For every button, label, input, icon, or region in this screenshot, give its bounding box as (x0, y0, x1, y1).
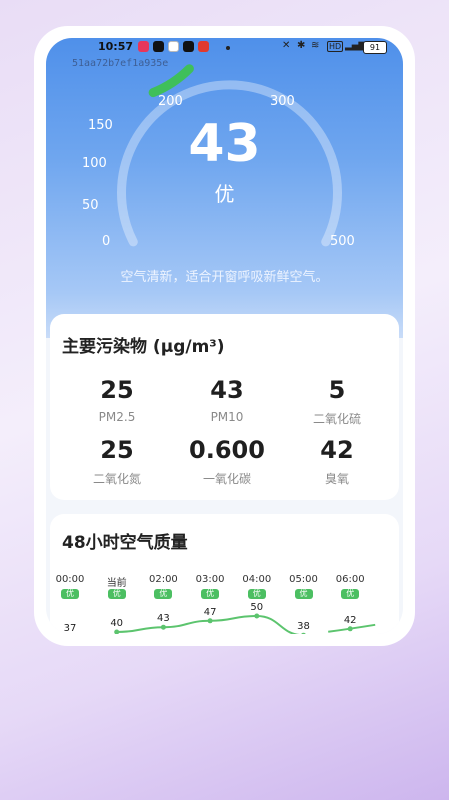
app-screen: 10:57 ✕ ✱ ≋ HD ▂▄▆ 91 51aa72b7ef1a935e 0 (46, 38, 403, 634)
gauge-tick-label: 200 (158, 94, 183, 109)
hour-value-label: 37 (63, 622, 77, 634)
hourly-title: 48小时空气质量 (62, 533, 188, 553)
pollutant-value: 42 (320, 436, 354, 464)
hour-time-label: 06:00 (335, 574, 365, 585)
pollutant-value: 0.600 (189, 436, 265, 464)
hourly-forecast-strip[interactable]: 00:00 优 37 当前优 40 02:00 优 43 03:00 优 47 04:00 优 50 05:… (50, 574, 399, 634)
pollutant-label: PM10 (210, 410, 244, 424)
pollutant-value: 25 (100, 376, 134, 404)
aqi-hero-panel: 10:57 ✕ ✱ ≋ HD ▂▄▆ 91 51aa72b7ef1a935e 0 (46, 38, 403, 338)
pollutant-label: 二氧化氮 (92, 472, 141, 486)
hourly-point (301, 632, 306, 634)
gauge-tick-label: 500 (330, 234, 355, 249)
hourly-point (114, 629, 120, 634)
hour-value-label: 43 (157, 613, 170, 625)
pollutant-value: 25 (100, 436, 134, 464)
pollutant-label: 臭氧 (324, 472, 349, 486)
air-advice: 空气清新，适合开窗呼吸新鲜空气。 (120, 270, 329, 285)
hour-time-label: 00:00 (55, 574, 85, 585)
pollutant-label: 一氧化碳 (202, 472, 251, 486)
hour-value-label: 42 (343, 614, 357, 626)
hour-time-label: 02:00 (148, 574, 178, 585)
pollutant-value: 5 (328, 376, 346, 404)
hour-time-label: 03:00 (195, 574, 225, 585)
gauge-progress (148, 64, 194, 98)
hourly-point (160, 624, 166, 630)
hour-level-badge: 优 (201, 589, 220, 599)
hourly-card: 48小时空气质量 00:00 优 37 当前优 40 02:00 优 43 03:00 优 47 04… (50, 514, 399, 634)
aqi-level: 优 (214, 182, 235, 206)
gauge-tick-label: 0 (102, 234, 111, 249)
hourly-point (207, 618, 213, 624)
hour-value-label: 40 (110, 618, 124, 629)
pollutants-title: 主要污染物 (μg/m³) (62, 337, 225, 357)
gauge-tick-label: 300 (270, 94, 295, 109)
hour-time-label: 05:00 (289, 574, 318, 585)
hour-level-badge: 优 (61, 589, 79, 599)
hour-level-badge: 优 (154, 589, 173, 599)
aqi-value: 43 (188, 114, 261, 174)
hour-level-badge: 优 (247, 589, 266, 599)
hour-time-label: 04:00 (242, 574, 272, 585)
hour-level-badge: 优 (107, 589, 126, 599)
hour-value-label: 50 (250, 602, 264, 613)
pollutant-label: 二氧化硫 (312, 412, 361, 426)
hourly-point (254, 613, 260, 619)
phone-frame: 10:57 ✕ ✱ ≋ HD ▂▄▆ 91 51aa72b7ef1a935e 0 (34, 26, 415, 646)
pollutant-value: 43 (210, 376, 244, 404)
pollutant-label: PM2.5 (98, 410, 136, 424)
hourly-point (347, 626, 353, 632)
hour-level-badge: 优 (341, 589, 360, 599)
hour-level-badge: 优 (294, 589, 313, 599)
hour-time-label: 当前 (106, 578, 127, 589)
hour-value-label: 38 (297, 621, 310, 633)
pollutants-card: 主要污染物 (μg/m³) 25 PM2.5 43 PM10 5 二氧化硫 25… (50, 314, 399, 500)
hour-value-label: 47 (203, 606, 217, 618)
